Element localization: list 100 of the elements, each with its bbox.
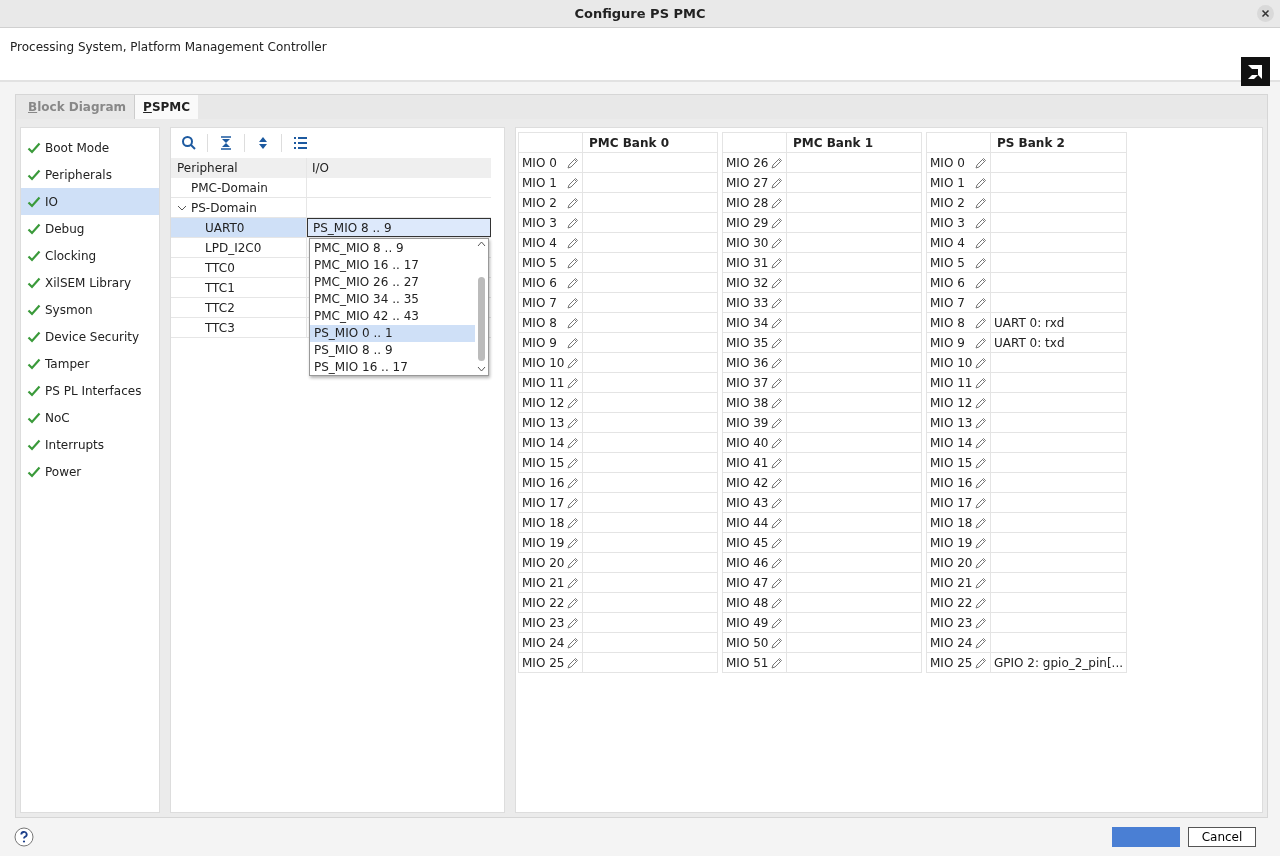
pencil-icon[interactable] — [974, 296, 987, 309]
pencil-icon[interactable] — [974, 336, 987, 349]
pencil-icon[interactable] — [566, 396, 579, 409]
tree-item[interactable]: TTC2 — [205, 298, 235, 317]
pencil-icon[interactable] — [566, 256, 579, 269]
pencil-icon[interactable] — [770, 616, 783, 629]
sidebar-item[interactable]: Power — [21, 458, 159, 485]
sidebar-item[interactable]: PS PL Interfaces — [21, 377, 159, 404]
pencil-icon[interactable] — [566, 196, 579, 209]
dropdown-option[interactable]: PS_MIO 16 .. 17 — [310, 359, 475, 376]
pencil-icon[interactable] — [770, 516, 783, 529]
tab[interactable]: PSPMC — [134, 95, 199, 119]
pencil-icon[interactable] — [974, 596, 987, 609]
scrollbar-thumb[interactable] — [478, 277, 485, 361]
pencil-icon[interactable] — [566, 416, 579, 429]
list-icon[interactable] — [292, 135, 308, 151]
tree-item[interactable]: TTC3 — [205, 318, 235, 337]
pencil-icon[interactable] — [566, 516, 579, 529]
pencil-icon[interactable] — [974, 176, 987, 189]
pencil-icon[interactable] — [974, 656, 987, 669]
pencil-icon[interactable] — [770, 436, 783, 449]
pencil-icon[interactable] — [974, 376, 987, 389]
pencil-icon[interactable] — [566, 596, 579, 609]
pencil-icon[interactable] — [770, 556, 783, 569]
pencil-icon[interactable] — [770, 176, 783, 189]
pencil-icon[interactable] — [566, 156, 579, 169]
pencil-icon[interactable] — [974, 456, 987, 469]
pencil-icon[interactable] — [770, 236, 783, 249]
pencil-icon[interactable] — [974, 436, 987, 449]
pencil-icon[interactable] — [566, 616, 579, 629]
tree-item[interactable]: TTC1 — [205, 278, 235, 297]
pencil-icon[interactable] — [566, 436, 579, 449]
dropdown-option[interactable]: PS_MIO 8 .. 9 — [310, 342, 475, 359]
pencil-icon[interactable] — [770, 316, 783, 329]
pencil-icon[interactable] — [770, 376, 783, 389]
pencil-icon[interactable] — [566, 316, 579, 329]
pencil-icon[interactable] — [566, 276, 579, 289]
pencil-icon[interactable] — [566, 176, 579, 189]
dropdown-option[interactable]: PMC_MIO 16 .. 17 — [310, 257, 475, 274]
pencil-icon[interactable] — [770, 336, 783, 349]
sidebar-item[interactable]: Tamper — [21, 350, 159, 377]
pencil-icon[interactable] — [566, 296, 579, 309]
sidebar-item[interactable]: IO — [21, 188, 159, 215]
pencil-icon[interactable] — [974, 576, 987, 589]
pencil-icon[interactable] — [974, 416, 987, 429]
sidebar-item[interactable]: Sysmon — [21, 296, 159, 323]
pencil-icon[interactable] — [974, 396, 987, 409]
pencil-icon[interactable] — [770, 416, 783, 429]
pencil-icon[interactable] — [770, 256, 783, 269]
tree-item[interactable]: PS-Domain — [191, 198, 257, 217]
tree-item[interactable]: PMC-Domain — [191, 178, 268, 197]
dropdown-option[interactable]: PMC_MIO 34 .. 35 — [310, 291, 475, 308]
pencil-icon[interactable] — [974, 316, 987, 329]
sidebar-item[interactable]: Interrupts — [21, 431, 159, 458]
help-icon[interactable] — [14, 827, 34, 847]
pencil-icon[interactable] — [566, 336, 579, 349]
pencil-icon[interactable] — [770, 296, 783, 309]
pencil-icon[interactable] — [566, 656, 579, 669]
pencil-icon[interactable] — [770, 396, 783, 409]
pencil-icon[interactable] — [974, 196, 987, 209]
io-field[interactable]: PS_MIO 8 .. 9 — [307, 218, 491, 237]
cancel-button[interactable]: Cancel — [1188, 827, 1256, 847]
scroll-up-icon[interactable] — [475, 239, 488, 249]
pencil-icon[interactable] — [974, 616, 987, 629]
pencil-icon[interactable] — [770, 656, 783, 669]
pencil-icon[interactable] — [770, 596, 783, 609]
pencil-icon[interactable] — [974, 496, 987, 509]
close-icon[interactable] — [1257, 5, 1274, 22]
pencil-icon[interactable] — [974, 276, 987, 289]
dropdown-option[interactable]: PMC_MIO 42 .. 43 — [310, 308, 475, 325]
pencil-icon[interactable] — [566, 576, 579, 589]
pencil-icon[interactable] — [566, 536, 579, 549]
scroll-down-icon[interactable] — [475, 364, 488, 374]
pencil-icon[interactable] — [974, 256, 987, 269]
collapse-all-icon[interactable] — [218, 135, 234, 151]
pencil-icon[interactable] — [566, 476, 579, 489]
pencil-icon[interactable] — [770, 576, 783, 589]
pencil-icon[interactable] — [974, 516, 987, 529]
pencil-icon[interactable] — [974, 156, 987, 169]
pencil-icon[interactable] — [974, 236, 987, 249]
pencil-icon[interactable] — [566, 236, 579, 249]
sidebar-item[interactable]: XilSEM Library — [21, 269, 159, 296]
pencil-icon[interactable] — [974, 636, 987, 649]
pencil-icon[interactable] — [566, 636, 579, 649]
pencil-icon[interactable] — [770, 196, 783, 209]
pencil-icon[interactable] — [770, 276, 783, 289]
pencil-icon[interactable] — [566, 456, 579, 469]
sidebar-item[interactable]: Device Security — [21, 323, 159, 350]
sidebar-item[interactable]: NoC — [21, 404, 159, 431]
sidebar-item[interactable]: Boot Mode — [21, 134, 159, 161]
sidebar-item[interactable]: Peripherals — [21, 161, 159, 188]
pencil-icon[interactable] — [770, 476, 783, 489]
pencil-icon[interactable] — [770, 356, 783, 369]
tree-item[interactable]: TTC0 — [205, 258, 235, 277]
pencil-icon[interactable] — [770, 216, 783, 229]
pencil-icon[interactable] — [566, 356, 579, 369]
pencil-icon[interactable] — [566, 216, 579, 229]
pencil-icon[interactable] — [566, 496, 579, 509]
pencil-icon[interactable] — [566, 376, 579, 389]
pencil-icon[interactable] — [974, 556, 987, 569]
